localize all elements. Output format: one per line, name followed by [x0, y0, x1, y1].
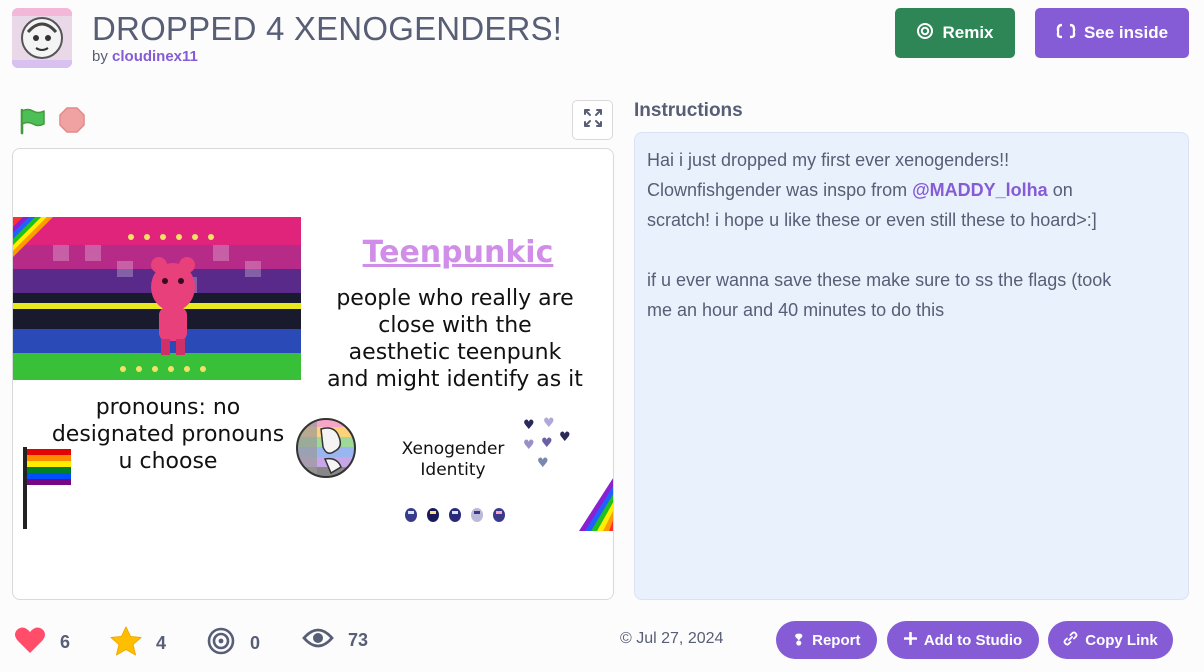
instructions-text: on: [1047, 180, 1073, 200]
see-inside-button[interactable]: See inside: [1035, 8, 1189, 58]
flag-description: people who really are close with the aes…: [305, 285, 605, 393]
description-line: and might identify as it: [327, 367, 583, 392]
badge-line: Xenogender: [401, 439, 505, 459]
copy-link-label: Copy Link: [1085, 631, 1158, 649]
stop-icon[interactable]: [58, 106, 86, 134]
instructions-line: Clownfishgender was inspo from @MADDY_lo…: [647, 175, 1176, 205]
instructions-line: if u ever wanna save these make sure to …: [647, 270, 1112, 290]
remix-count: 0: [250, 633, 261, 653]
view-stat: 73: [302, 626, 368, 655]
project-stage[interactable]: Teenpunkic people who really are close w…: [12, 148, 614, 600]
svg-text:♥: ♥: [559, 430, 571, 445]
exclamation-icon: ❢: [792, 632, 806, 649]
description-line: people who really are: [336, 286, 574, 311]
badge-line: Identity: [420, 460, 486, 480]
project-byline: by cloudinex11: [92, 48, 198, 65]
heart-icon: [14, 626, 46, 659]
author-link[interactable]: cloudinex11: [112, 48, 198, 65]
report-button[interactable]: ❢ Report: [776, 621, 877, 659]
rainbow-corner-icon: [579, 475, 613, 536]
star-icon: [110, 626, 142, 661]
link-icon: [1063, 631, 1078, 650]
description-line: close with the: [378, 313, 532, 338]
green-flag-icon[interactable]: [17, 106, 47, 136]
eye-icon: [302, 626, 334, 655]
svg-text:♥: ♥: [543, 417, 555, 431]
xenogender-badge: Xenogender Identity: [385, 439, 521, 481]
favorite-count: 4: [156, 633, 167, 653]
fullscreen-button[interactable]: [572, 100, 613, 140]
remix-icon: [916, 22, 934, 45]
love-count: 6: [60, 632, 71, 652]
teenpunkic-flag-image: [13, 217, 301, 380]
svg-text:♥: ♥: [537, 456, 549, 471]
character-sprites-icon: [403, 505, 509, 530]
share-date: © Jul 27, 2024: [620, 630, 724, 647]
pronoun-line: designated pronouns: [51, 422, 285, 447]
description-line: aesthetic teenpunk: [348, 340, 562, 365]
instructions-box: Hai i just dropped my first ever xenogen…: [634, 132, 1189, 600]
pride-flag-icon: [21, 447, 73, 534]
globe-icon: [295, 417, 357, 484]
add-to-studio-label: Add to Studio: [923, 631, 1023, 649]
add-to-studio-button[interactable]: Add to Studio: [887, 621, 1039, 659]
view-count: 73: [348, 630, 369, 650]
svg-text:♥: ♥: [523, 418, 535, 433]
project-thumbnail: [12, 8, 72, 68]
instructions-text: Clownfishgender was inspo from: [647, 180, 913, 200]
fullscreen-icon: [583, 108, 603, 133]
instructions-line: me an hour and 40 minutes to do this: [647, 300, 945, 320]
instructions-line: scratch! i hope u like these or even sti…: [647, 210, 1097, 230]
favorite-stat[interactable]: 4: [110, 626, 166, 661]
remix-count-icon: [206, 626, 236, 661]
plus-icon: [903, 631, 918, 649]
pronoun-line: pronouns: no: [95, 395, 241, 420]
project-title: DROPPED 4 XENOGENDERS!: [92, 10, 563, 47]
remix-button[interactable]: Remix: [895, 8, 1015, 58]
flag-name: Teenpunkic: [362, 235, 554, 270]
byline-prefix: by: [92, 48, 108, 65]
user-mention-link[interactable]: @MADDY_lolha: [912, 180, 1048, 200]
svg-text:♥: ♥: [541, 436, 553, 451]
instructions-line: Hai i just dropped my first ever xenogen…: [647, 150, 1010, 170]
instructions-heading: Instructions: [634, 100, 743, 121]
love-stat[interactable]: 6: [14, 626, 70, 659]
remix-stat: 0: [206, 626, 260, 661]
svg-text:♥: ♥: [523, 438, 535, 453]
remix-label: Remix: [942, 23, 994, 42]
hearts-icon: ♥ ♥ ♥ ♥ ♥ ♥: [521, 416, 577, 482]
see-inside-icon: [1056, 22, 1076, 45]
report-label: Report: [812, 631, 861, 649]
see-inside-label: See inside: [1083, 23, 1169, 42]
copy-link-button[interactable]: Copy Link: [1048, 621, 1173, 659]
